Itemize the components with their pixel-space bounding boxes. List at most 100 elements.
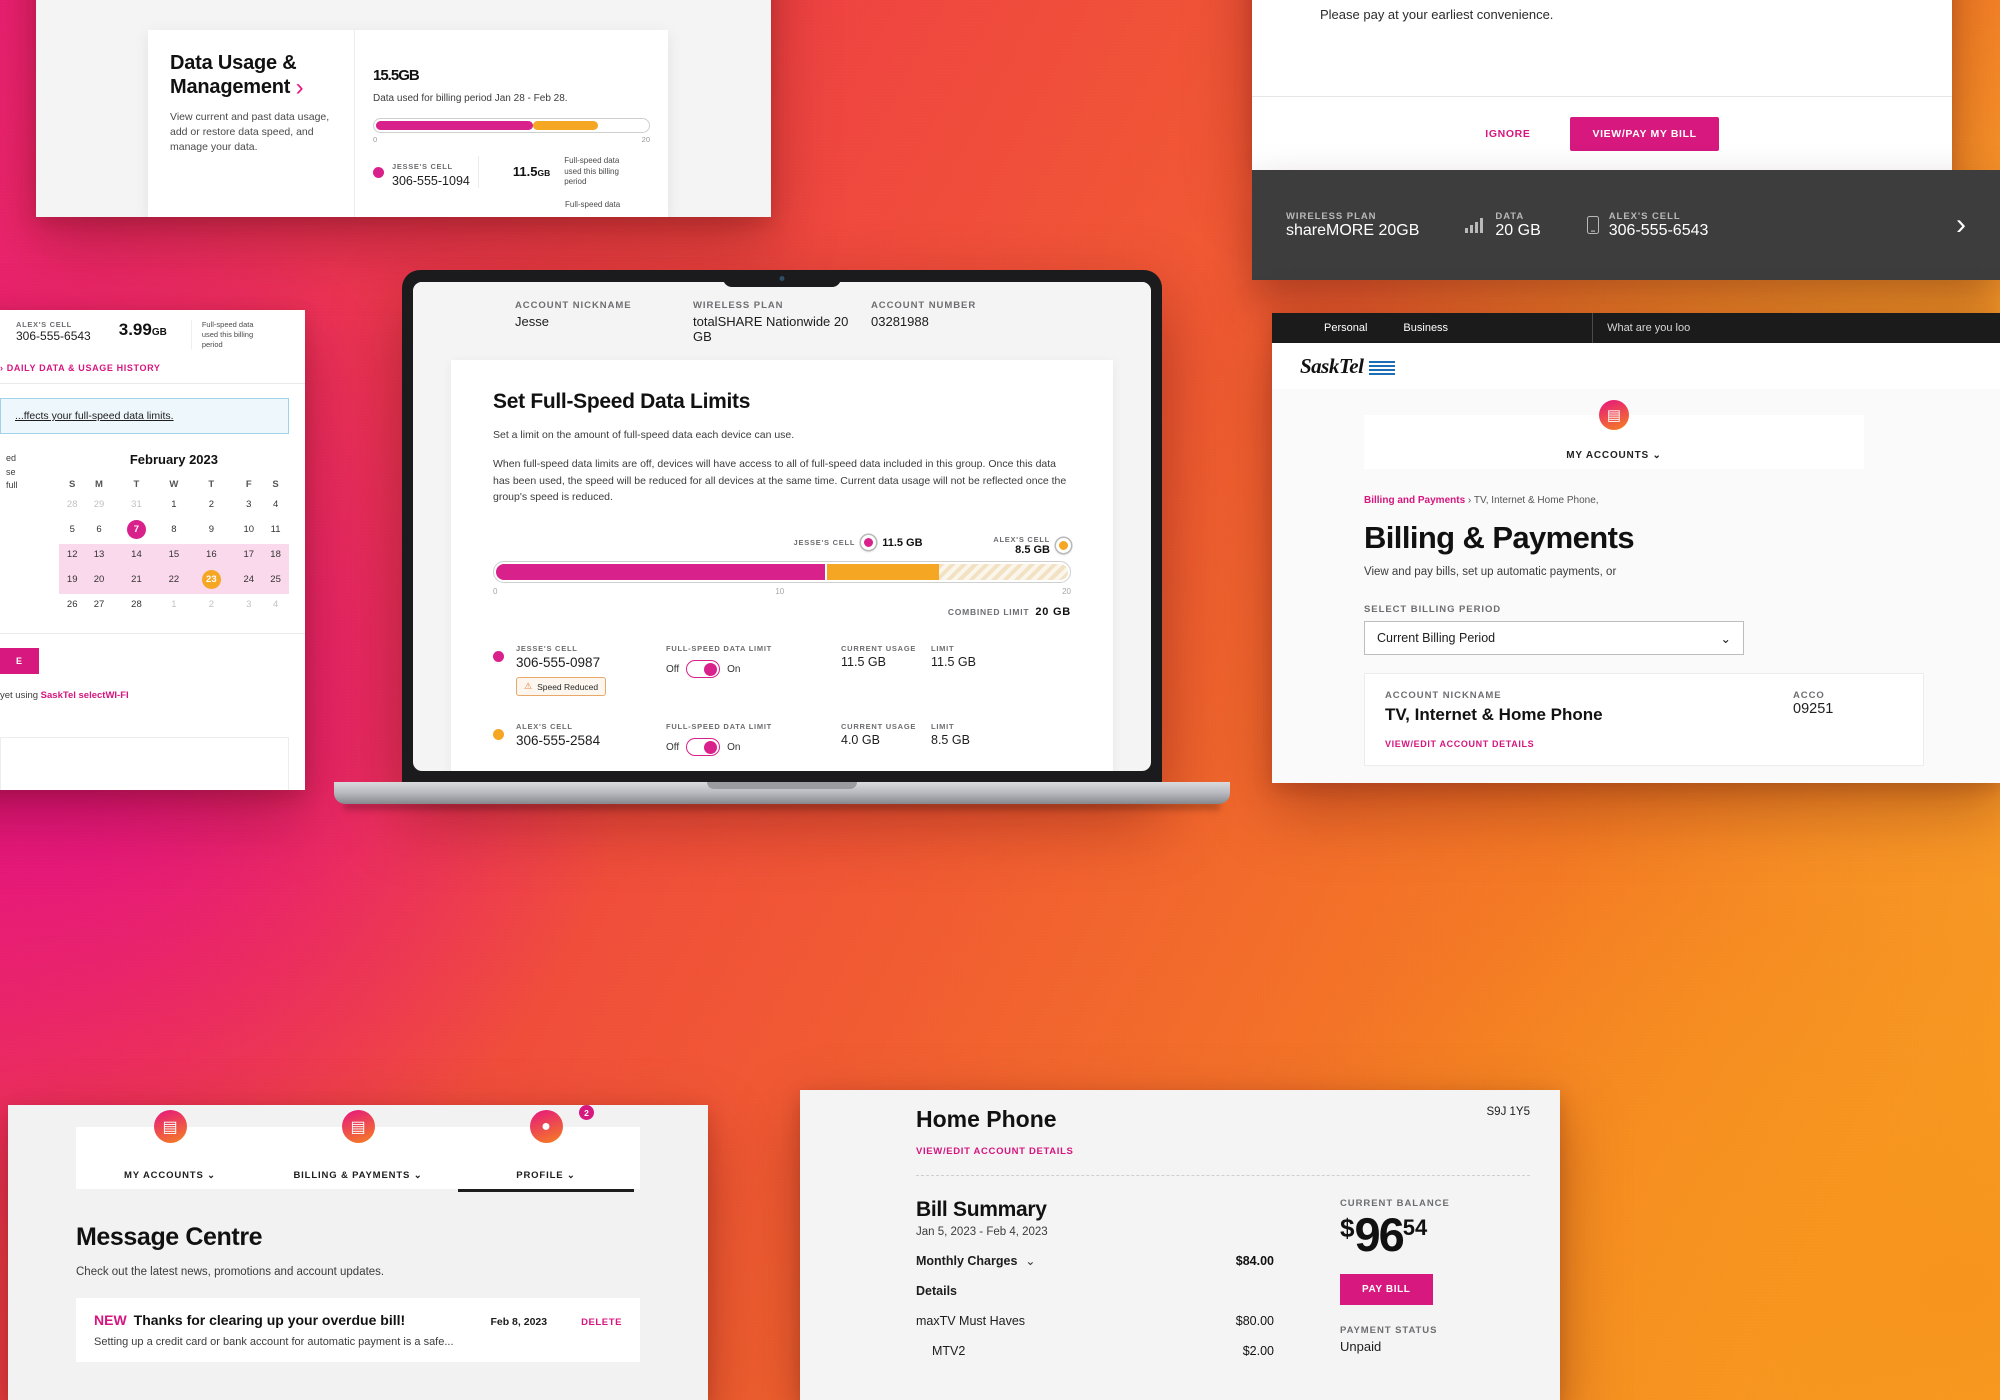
calendar-day[interactable]: 29 (86, 494, 113, 515)
profile-notification-badge: 2 (579, 1105, 594, 1120)
daily-usage-history-link[interactable]: › DAILY DATA & USAGE HISTORY (0, 349, 305, 385)
full-speed-limit-toggle-jesse[interactable] (686, 660, 721, 679)
nav-personal[interactable]: Personal (1272, 322, 1385, 334)
calendar-day[interactable]: 24 (235, 565, 263, 595)
bill-summary-period: Jan 5, 2023 - Feb 4, 2023 (916, 1226, 1048, 1238)
warning-triangle-icon: ⚠ (524, 681, 533, 692)
calendar-day[interactable]: 3 (235, 494, 262, 515)
bill-line-item: maxTV Must Haves $80.00 (916, 1314, 1316, 1328)
calendar-day[interactable]: 23 (187, 565, 236, 595)
usage-calendar[interactable]: February 2023 SMTWTFS 28 29 31 1 2 3 4 5 6 7 8 9 10 1… (58, 452, 289, 615)
calendar-day[interactable]: 13 (85, 544, 113, 566)
toggle-on-label: On (727, 663, 741, 675)
device-number: 306-555-1094 (392, 174, 470, 188)
bill-line-item: Details (916, 1284, 1316, 1298)
calendar-day[interactable]: 27 (86, 594, 113, 615)
site-search-input[interactable]: What are you loo (1592, 313, 2000, 343)
delete-message-button[interactable]: DELETE (581, 1317, 622, 1328)
message-title: Thanks for clearing up your overdue bill… (133, 1312, 406, 1328)
usage-callout: ...ffects your full-speed data limits. (0, 398, 289, 435)
calendar-day[interactable]: 3 (235, 594, 262, 615)
current-balance-value: $ 96 54 (1340, 1208, 1428, 1261)
calendar-day[interactable]: 16 (187, 544, 236, 566)
calendar-day[interactable]: 4 (262, 494, 289, 515)
usage-panel-placeholder (0, 737, 289, 790)
my-accounts-tab[interactable]: ▤ MY ACCOUNTS ⌄ (1364, 400, 1864, 469)
calendar-day[interactable]: 6 (86, 515, 113, 544)
chevron-down-icon[interactable]: ⌄ (1025, 1254, 1035, 1268)
overdue-modal-footer: IGNORE VIEW/PAY MY BILL (1252, 96, 1952, 170)
usage-action-button[interactable]: E (0, 648, 39, 675)
data-usage-bar-wrap: 0 20 (373, 118, 650, 144)
slider-marker-jesse[interactable]: JESSE'S CELL 11.5 GB (794, 535, 923, 551)
tab-my-accounts[interactable]: ▤ MY ACCOUNTS ⌄ (76, 1110, 264, 1189)
device-limit-cell: LIMIT 11.5 GB (931, 644, 976, 670)
view-pay-bill-button[interactable]: VIEW/PAY MY BILL (1570, 116, 1719, 151)
calendar-day[interactable]: 14 (112, 544, 161, 566)
ignore-button[interactable]: IGNORE (1485, 128, 1530, 140)
device-dot-icon (373, 166, 384, 178)
calendar-day[interactable]: 1 (161, 494, 188, 515)
breadcrumb-root[interactable]: Billing and Payments (1364, 495, 1465, 506)
calendar-day[interactable]: 26 (59, 594, 86, 615)
calendar-day[interactable]: 2 (187, 594, 235, 615)
calendar-day[interactable]: 1 (161, 594, 188, 615)
slider-track[interactable] (493, 561, 1071, 584)
slider-marker-alex[interactable]: ALEX'S CELL 8.5 GB (993, 535, 1071, 556)
chevron-down-icon: ⌄ (1720, 631, 1731, 646)
calendar-day[interactable]: 9 (187, 515, 235, 544)
calendar-day[interactable]: 18 (262, 544, 289, 566)
calendar-day[interactable]: 17 (235, 544, 263, 566)
calendar-day[interactable]: 15 (160, 544, 188, 566)
slider-knob-jesse[interactable] (861, 535, 877, 551)
tab-billing-payments[interactable]: ▤ BILLING & PAYMENTS ⌄ (264, 1110, 452, 1189)
billing-period-select[interactable]: Current Billing Period ⌄ (1364, 621, 1744, 655)
calendar-day[interactable]: 19 (58, 565, 86, 595)
chevron-right-icon[interactable]: › (1956, 208, 1966, 242)
alex-usage-amount: 3.99GB (118, 320, 167, 339)
track-segment-remaining (939, 564, 1068, 581)
sasktel-logo[interactable]: SaskTel (1300, 354, 1396, 379)
calendar-day[interactable]: 22 (160, 565, 188, 595)
calendar-day[interactable]: 4 (262, 594, 289, 615)
slider-knob-alex[interactable] (1056, 538, 1071, 554)
message-item[interactable]: NEW Thanks for clearing up your overdue … (76, 1298, 640, 1362)
pay-bill-button[interactable]: PAY BILL (1340, 1273, 1433, 1305)
calendar-day[interactable]: 20 (85, 565, 113, 595)
calendar-day[interactable]: 28 (112, 594, 160, 615)
calendar-day[interactable]: 7 (112, 515, 160, 544)
alex-usage-note: Full-speed data used this billing period (190, 320, 257, 350)
chevron-right-icon[interactable]: › (296, 76, 304, 100)
view-edit-account-details-link[interactable]: VIEW/EDIT ACCOUNT DETAILS (1385, 739, 1793, 749)
data-limits-content: Set Full-Speed Data Limits Set a limit o… (451, 360, 1113, 757)
calendar-day[interactable]: 10 (235, 515, 262, 544)
bill-line-name: MTV2 (932, 1344, 966, 1358)
data-usage-card-left: Data Usage & Management › View current a… (148, 30, 354, 217)
calendar-month-label: February 2023 (129, 452, 218, 468)
toggle-off-label: Off (666, 741, 680, 753)
calendar-day[interactable]: 25 (262, 565, 289, 595)
calendar-day[interactable]: 21 (112, 565, 161, 595)
track-divider (825, 562, 828, 583)
data-limit-slider[interactable]: JESSE'S CELL 11.5 GB ALEX'S CELL 8.5 GB (493, 535, 1071, 618)
view-edit-account-details-link[interactable]: VIEW/EDIT ACCOUNT DETAILS (916, 1146, 1560, 1157)
nav-business[interactable]: Business (1385, 322, 1466, 334)
device-amount: 11.5GB (512, 164, 551, 180)
calendar-day[interactable]: 12 (58, 544, 86, 566)
webcam-icon (779, 276, 785, 281)
calendar-day[interactable]: 28 (59, 494, 86, 515)
calendar-day[interactable]: 11 (262, 515, 289, 544)
usage-panel-footer: E yet using SaskTel selectWI-FI (0, 633, 305, 715)
bill-summary-left: Bill Summary Jan 5, 2023 - Feb 4, 2023 M… (916, 1198, 1316, 1358)
bill-line-item[interactable]: Monthly Charges ⌄ $84.00 (916, 1254, 1316, 1268)
calendar-day[interactable]: 31 (112, 494, 160, 515)
wireless-plan-strip[interactable]: WIRELESS PLAN shareMORE 20GB DATA 20 GB … (1252, 170, 2000, 280)
device-limit-toggle-cell: FULL-SPEED DATA LIMIT Off On (666, 644, 841, 679)
calendar-day[interactable]: 8 (161, 515, 188, 544)
sasktel-logo-bar: SaskTel (1272, 343, 2000, 389)
calendar-day[interactable]: 2 (187, 494, 235, 515)
calendar-day[interactable]: 5 (59, 515, 86, 544)
full-speed-limit-toggle-alex[interactable] (686, 738, 721, 757)
message-centre-panel: ▤ MY ACCOUNTS ⌄ ▤ BILLING & PAYMENTS ⌄ ●… (8, 1105, 708, 1400)
tab-profile[interactable]: ● 2 PROFILE ⌄ (452, 1105, 640, 1192)
